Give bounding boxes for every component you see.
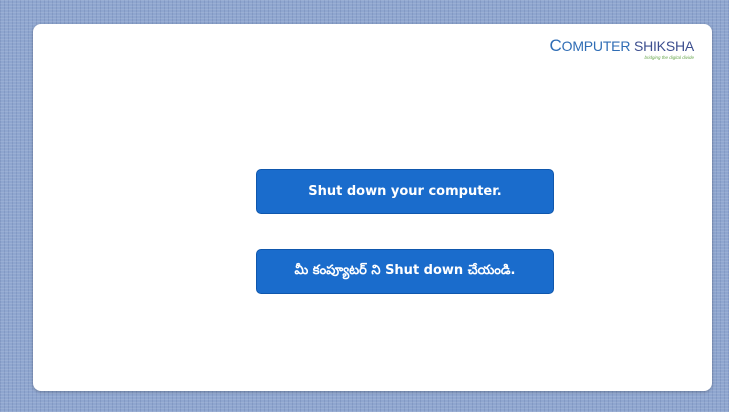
logo-word-computer: OMPUTER <box>561 38 631 54</box>
slide-card: COMPUTER SHIKSHA bridging the digital di… <box>33 24 712 391</box>
logo-initial: C <box>549 36 562 55</box>
telugu-instruction-box: మీ కంప్యూటర్ ని Shut down చేయండి. <box>256 249 554 294</box>
english-instruction-box: Shut down your computer. <box>256 169 554 214</box>
english-instruction-text: Shut down your computer. <box>308 184 502 199</box>
logo-wordmark: COMPUTER SHIKSHA <box>549 36 695 55</box>
telugu-instruction-text: మీ కంప్యూటర్ ని Shut down చేయండి. <box>294 262 516 278</box>
logo-word-shiksha: SHIKSHA <box>633 38 694 54</box>
logo-tagline: bridging the digital divide <box>644 55 694 60</box>
computer-shiksha-logo: COMPUTER SHIKSHA bridging the digital di… <box>549 36 695 61</box>
